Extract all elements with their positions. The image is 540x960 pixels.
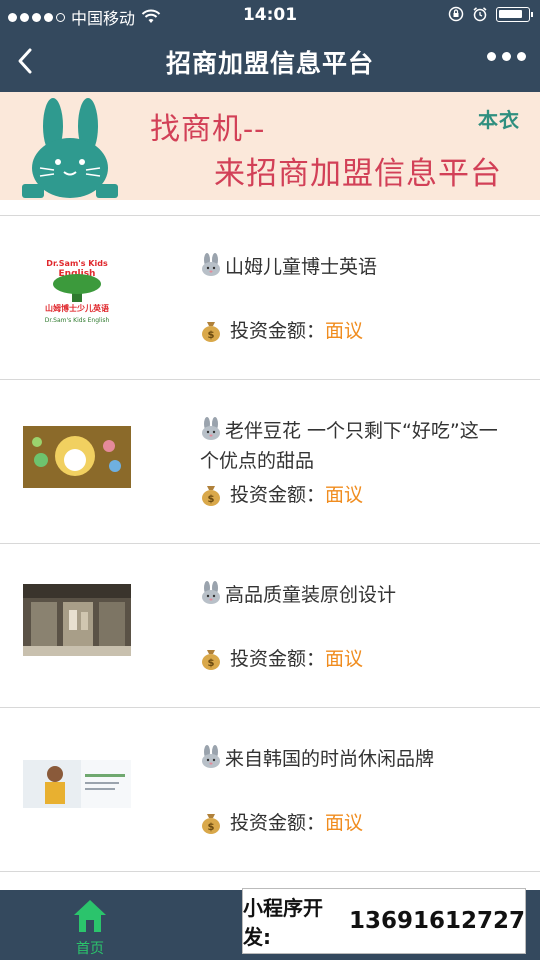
bunny-icon <box>202 581 220 604</box>
svg-text:Dr.Sam's Kids: Dr.Sam's Kids <box>46 259 108 268</box>
price-label: 投资金额： <box>230 812 326 834</box>
svg-text:$: $ <box>208 494 215 505</box>
rabbit-mascot-icon <box>22 98 118 198</box>
status-bar: 中国移动 14:01 <box>0 0 540 30</box>
list-item[interactable]: Dr.Sam's Kids English 山姆博士少儿英语 Dr.Sam's … <box>0 216 540 380</box>
item-price: $ 投资金额： 面议 <box>200 808 363 835</box>
bunny-icon <box>202 745 220 768</box>
price-value: 面议 <box>325 484 364 506</box>
item-price: $ 投资金额： 面议 <box>200 644 363 671</box>
item-price: $ 投资金额： 面议 <box>200 480 363 507</box>
svg-text:Dr.Sam's Kids English: Dr.Sam's Kids English <box>45 317 110 324</box>
money-bag-icon: $ <box>202 649 220 670</box>
tab-home[interactable]: 首页 <box>60 896 120 960</box>
price-value: 面议 <box>325 320 364 342</box>
battery-icon <box>496 6 533 22</box>
banner-line2: 来招商加盟信息平台 <box>214 156 502 192</box>
home-icon <box>74 900 106 932</box>
list-item[interactable]: 高品质童装原创设计 $ 投资金额： 面议 <box>0 544 540 708</box>
alarm-icon <box>473 7 487 22</box>
price-label: 投资金额： <box>230 484 326 506</box>
svg-text:$: $ <box>208 822 215 833</box>
money-bag-icon: $ <box>202 321 220 342</box>
svg-text:山姆博士少儿英语: 山姆博士少儿英语 <box>45 303 109 313</box>
item-name: 老伴豆花 一个只剩下“好吃”这一个优点的甜品 <box>200 416 500 476</box>
item-thumbnail <box>23 584 131 656</box>
page-title: 招商加盟信息平台 <box>165 49 374 78</box>
price-label: 投资金额： <box>230 648 326 670</box>
promo-phone: 13691612727 <box>348 908 525 934</box>
item-price: $ 投资金额： 面议 <box>200 316 363 343</box>
promo-overlay[interactable]: 小程序开发: 13691612727 <box>242 888 526 954</box>
price-value: 面议 <box>325 812 364 834</box>
svg-text:$: $ <box>208 330 215 341</box>
svg-text:$: $ <box>208 658 215 669</box>
price-value: 面议 <box>325 648 364 670</box>
list-item[interactable]: 老伴豆花 一个只剩下“好吃”这一个优点的甜品 $ 投资金额： 面议 <box>0 380 540 544</box>
item-name: 山姆儿童博士英语 <box>200 252 500 282</box>
status-right <box>448 6 533 22</box>
list-item[interactable]: 来自韩国的时尚休闲品牌 $ 投资金额： 面议 <box>0 708 540 872</box>
tab-home-label: 首页 <box>76 941 104 957</box>
promo-label: 小程序开发: <box>243 896 323 949</box>
banner-line1: 找商机-- <box>150 112 266 147</box>
item-thumbnail <box>23 760 131 808</box>
item-name: 高品质童装原创设计 <box>200 580 500 610</box>
promo-banner[interactable]: 找商机-- 来招商加盟信息平台 本衣 <box>0 92 540 200</box>
more-menu-icon[interactable] <box>487 52 526 61</box>
nav-bar: 招商加盟信息平台 <box>0 30 540 92</box>
item-thumbnail <box>23 426 131 488</box>
item-name: 来自韩国的时尚休闲品牌 <box>200 744 500 774</box>
money-bag-icon: $ <box>202 485 220 506</box>
orientation-lock-icon <box>448 6 464 22</box>
bunny-icon <box>202 417 220 440</box>
item-thumbnail: Dr.Sam's Kids English 山姆博士少儿英语 Dr.Sam's … <box>23 256 131 330</box>
bunny-icon <box>202 253 220 276</box>
banner-tag: 本衣 <box>478 108 520 132</box>
money-bag-icon: $ <box>202 813 220 834</box>
price-label: 投资金额： <box>230 320 326 342</box>
listing-list: Dr.Sam's Kids English 山姆博士少儿英语 Dr.Sam's … <box>0 215 540 872</box>
